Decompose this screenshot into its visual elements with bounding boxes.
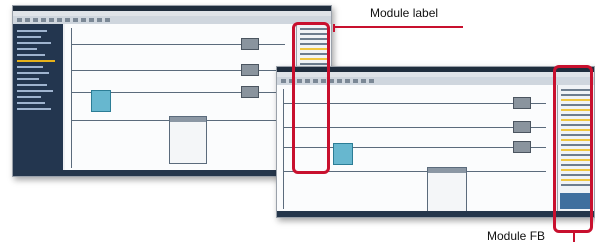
module-label-callout: Module label [370,6,439,20]
function-block-instance[interactable] [333,143,353,165]
module-fb-block[interactable] [169,116,207,164]
module-fb-highlight [553,65,593,233]
module-fb-block[interactable] [427,167,467,215]
toolbar[interactable] [13,16,331,24]
coil-block[interactable] [513,97,531,109]
module-fb-callout: Module FB [487,229,546,243]
module-fb-callout-line [573,232,575,242]
module-label-callout-line [335,26,463,28]
coil-block[interactable] [241,64,259,76]
project-navigation-panel[interactable] [13,24,63,170]
module-label-highlight [292,22,330,174]
coil-block[interactable] [241,86,259,98]
module-label-callout-line [333,24,335,32]
ladder-editor-canvas[interactable] [65,24,295,170]
coil-block[interactable] [513,121,531,133]
coil-block[interactable] [513,141,531,153]
function-block-instance[interactable] [91,90,111,112]
status-bar [277,211,594,217]
coil-block[interactable] [241,38,259,50]
